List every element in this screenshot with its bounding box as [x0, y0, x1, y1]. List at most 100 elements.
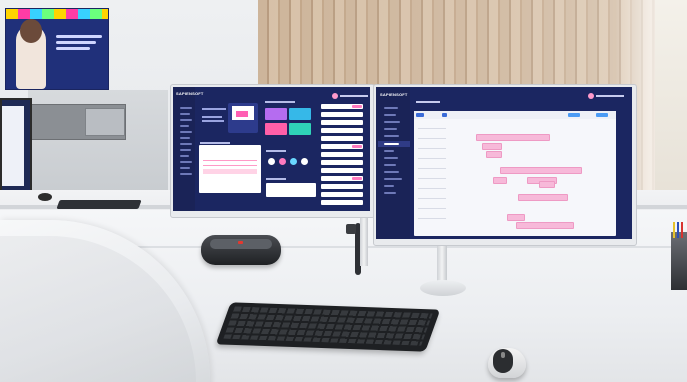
sidebar-item: [384, 164, 396, 166]
stat-tile: [265, 108, 287, 120]
office-desk-photo: SAPIENSOFT SAPIENSOFT: [0, 0, 687, 382]
keyboard-keys: [223, 306, 433, 346]
sidebar-item: [180, 167, 190, 169]
speakerphone-indicator: [238, 241, 243, 244]
gantt-bar: [507, 214, 525, 221]
status-pill: [352, 105, 362, 108]
list-row: [321, 200, 363, 205]
panel-heading-line: [266, 150, 286, 152]
toolbar-button: [442, 113, 447, 117]
quick-action-icon: [301, 158, 308, 165]
pen: [681, 222, 683, 238]
list-row: [321, 160, 363, 165]
chart-line: [203, 160, 257, 161]
poster-person-hair: [20, 19, 42, 43]
user-avatar: [332, 93, 338, 99]
sidebar-item: [384, 143, 399, 145]
planner-sidebar: SAPIENSOFT: [376, 87, 410, 239]
sidebar-item: [384, 171, 399, 173]
sidebar-item: [180, 107, 192, 109]
gantt-row-label: [418, 148, 446, 149]
gantt-bar: [486, 151, 502, 158]
gantt-row-label: [418, 158, 446, 159]
gantt-row-label: [418, 208, 446, 209]
sidebar-item: [180, 125, 189, 127]
gantt-bar: [476, 134, 550, 141]
back-cabinet-fixture: [85, 108, 125, 136]
brand-logo: SAPIENSOFT: [176, 91, 204, 96]
list-row: [321, 128, 363, 133]
gantt-bar: [516, 222, 574, 229]
gantt-row-label: [418, 188, 446, 189]
panel-heading-line: [200, 142, 230, 144]
chart-line: [203, 165, 257, 166]
greeting-text-line: [202, 108, 226, 110]
toolbar-button: [416, 113, 424, 117]
greeting-text-line: [202, 116, 222, 118]
sidebar-item: [180, 173, 192, 175]
sidebar-item: [384, 178, 402, 180]
monitor-stand: [437, 240, 447, 285]
illustration-accent: [236, 111, 248, 117]
sidebar-item: [180, 161, 192, 163]
greeting-text-line: [202, 120, 224, 122]
mouse-wheel: [501, 352, 505, 358]
sidebar-item: [384, 150, 394, 152]
pen-holder: [671, 232, 687, 290]
sidebar-item: [384, 128, 397, 130]
sidebar-item: [180, 155, 189, 157]
poster-text-line: [56, 35, 102, 38]
status-pill: [352, 145, 362, 148]
poster-color-stripe: [6, 9, 108, 19]
pen: [673, 222, 675, 238]
sidebar-item: [384, 114, 396, 116]
toolbar-button: [596, 113, 608, 117]
background-keyboard: [56, 200, 142, 209]
gantt-row-label: [418, 128, 446, 129]
list-row: [321, 136, 363, 141]
sidebar-item: [180, 143, 192, 145]
user-avatar: [588, 93, 594, 99]
panel-heading-line: [265, 101, 295, 103]
list-row: [321, 112, 363, 117]
sidebar-item: [384, 121, 400, 123]
list-row: [321, 184, 363, 189]
toolbar-button: [568, 113, 580, 117]
gantt-row-label: [418, 198, 446, 199]
list-row: [321, 120, 363, 125]
gantt-bar: [493, 177, 507, 184]
summary-panel: [266, 183, 316, 197]
monitor-clamp: [346, 224, 356, 234]
background-monitor-screen: [2, 106, 24, 186]
sidebar-item: [384, 107, 398, 109]
brand-logo: SAPIENSOFT: [380, 92, 408, 97]
quick-action-icon: [268, 158, 275, 165]
status-pill: [352, 177, 362, 180]
sidebar-item: [180, 113, 190, 115]
sidebar-item: [384, 192, 396, 194]
user-name-line: [340, 95, 368, 97]
list-row: [321, 192, 363, 197]
stat-tile: [289, 108, 311, 120]
gantt-bar: [539, 181, 555, 188]
gantt-bar: [482, 143, 502, 150]
stat-tile: [265, 123, 287, 135]
quick-action-icon: [290, 158, 297, 165]
page-title-line: [416, 101, 440, 103]
background-mouse: [38, 193, 52, 201]
quick-action-icon: [279, 158, 286, 165]
gantt-bar: [518, 194, 568, 201]
chart-band: [203, 169, 257, 174]
list-row: [321, 152, 363, 157]
gantt-row-label: [418, 178, 446, 179]
gantt-row-label: [418, 138, 446, 139]
poster-text-line: [56, 41, 96, 44]
sidebar-item: [180, 137, 190, 139]
stat-tile: [289, 123, 311, 135]
panel-heading-line: [266, 178, 286, 180]
gantt-row-label: [418, 168, 446, 169]
sidebar-item: [384, 135, 399, 137]
sidebar-item: [180, 131, 192, 133]
sidebar-item: [180, 119, 192, 121]
list-row: [321, 168, 363, 173]
